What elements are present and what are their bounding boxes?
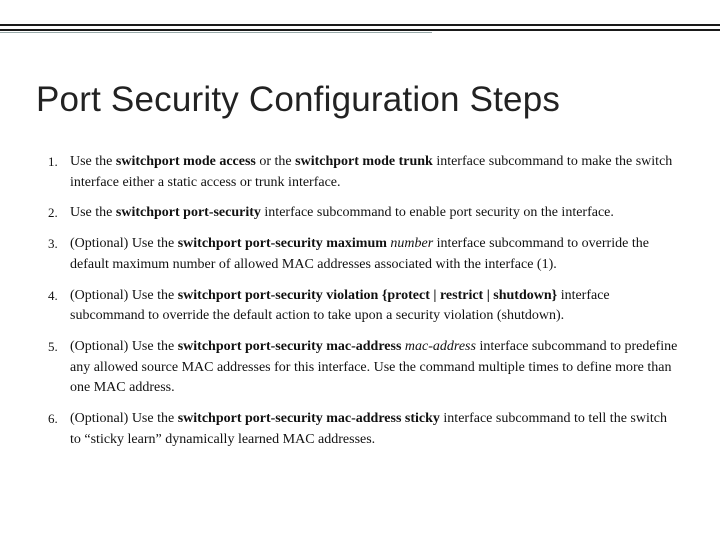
header-rule bbox=[0, 24, 720, 33]
text: Use the bbox=[70, 205, 116, 220]
cmd: switchport mode access bbox=[116, 154, 256, 169]
cmd: switchport port-security mac-address bbox=[178, 339, 402, 354]
list-item: (Optional) Use the switchport port-secur… bbox=[48, 409, 680, 450]
text: interface subcommand to enable port secu… bbox=[261, 205, 614, 220]
cmd: switchport port-security violation {prot… bbox=[178, 288, 557, 303]
text: (Optional) Use the bbox=[70, 411, 178, 426]
list-item: (Optional) Use the switchport port-secur… bbox=[48, 337, 680, 399]
arg: number bbox=[387, 236, 433, 251]
cmd: switchport port-security bbox=[116, 205, 261, 220]
list-item: (Optional) Use the switchport port-secur… bbox=[48, 234, 680, 275]
cmd: switchport port-security maximum bbox=[178, 236, 387, 251]
text: (Optional) Use the bbox=[70, 288, 178, 303]
text: (Optional) Use the bbox=[70, 339, 178, 354]
cmd: switchport mode trunk bbox=[295, 154, 433, 169]
list-item: Use the switchport mode access or the sw… bbox=[48, 152, 680, 193]
arg: mac-address bbox=[401, 339, 476, 354]
text: Use the bbox=[70, 154, 116, 169]
text: (Optional) Use the bbox=[70, 236, 178, 251]
text: or the bbox=[256, 154, 295, 169]
page-title: Port Security Configuration Steps bbox=[36, 80, 560, 120]
list-item: (Optional) Use the switchport port-secur… bbox=[48, 286, 680, 327]
cmd: switchport port-security mac-address sti… bbox=[178, 411, 440, 426]
steps-list: Use the switchport mode access or the sw… bbox=[48, 152, 680, 461]
list-item: Use the switchport port-security interfa… bbox=[48, 203, 680, 224]
